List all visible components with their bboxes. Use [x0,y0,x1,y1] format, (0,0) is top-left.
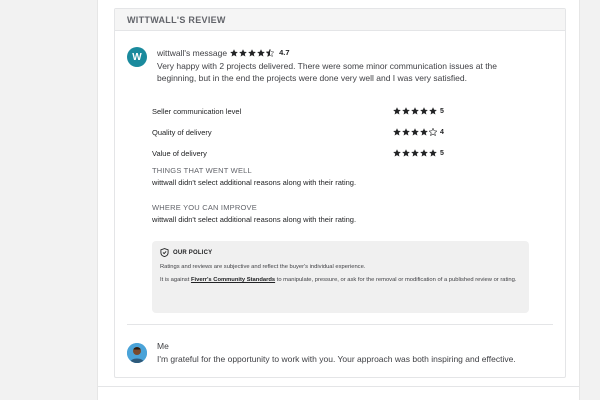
reply-text: I'm grateful for the opportunity to work… [157,354,516,364]
overall-rating: 4.7 [279,48,290,57]
rating-label: Value of delivery [152,149,207,158]
star-half-icon [266,48,275,57]
star-icon [230,48,238,57]
my-avatar[interactable] [127,343,147,363]
message-body: wittwall's message 4.7 Very happy with 2… [157,47,553,84]
community-standards-link[interactable]: Fiverr's Community Standards [191,277,275,283]
page-card: WITTWALL'S REVIEW W wittwall's message 4… [97,0,580,400]
bottom-divider [98,386,579,387]
reviewer-avatar[interactable]: W [127,47,147,67]
review-box: WITTWALL'S REVIEW W wittwall's message 4… [114,8,566,378]
rating-number: 5 [440,107,444,115]
policy-box: OUR POLICY Ratings and reviews are subje… [152,241,529,313]
star-icon [402,107,410,115]
review-message-text: Very happy with 2 projects delivered. Th… [157,61,498,83]
star-icon [420,128,428,136]
shield-icon [160,248,169,257]
star-icon [257,48,265,57]
policy-text: Ratings and reviews are subjective and r… [160,264,366,270]
message-title: wittwall's message 4.7 [157,47,553,58]
star-icon [248,48,256,57]
policy-text-post: to manipulate, pressure, or ask for the … [275,277,517,283]
policy-title: OUR POLICY [173,249,213,256]
reply-author: Me [157,341,169,351]
star-icon [429,149,437,157]
star-icon [393,107,401,115]
went-well-section: THINGS THAT WENT WELL wittwall didn't se… [152,166,552,187]
improve-title: WHERE YOU CAN IMPROVE [152,203,257,212]
star-icon [402,149,410,157]
star-icon [411,107,419,115]
star-icon [420,149,428,157]
star-icon [239,48,247,57]
star-icon [411,128,419,136]
star-icon [420,107,428,115]
rating-breakdown: Seller communication level 5 Quality of … [152,107,452,170]
star-icon [429,107,437,115]
rating-value: 4 [393,128,444,136]
rating-row: Quality of delivery 4 [152,128,452,149]
rating-number: 4 [440,128,444,136]
improve-section: WHERE YOU CAN IMPROVE wittwall didn't se… [152,203,552,224]
reviewer-message-label: wittwall's message [157,47,228,58]
policy-header: OUR POLICY [160,248,521,257]
policy-text-standards: It is against Fiverr's Community Standar… [160,276,521,284]
star-icon [393,128,401,136]
went-well-text: wittwall didn't select additional reason… [152,178,357,187]
improve-text: wittwall didn't select additional reason… [152,215,357,224]
divider [127,324,553,325]
person-avatar-icon [127,343,147,363]
review-header: WITTWALL'S REVIEW [115,9,565,31]
went-well-title: THINGS THAT WENT WELL [152,166,252,175]
overall-stars [230,48,275,57]
star-icon [402,128,410,136]
reply-body: Me I'm grateful for the opportunity to w… [157,341,553,364]
policy-text-pre: It is against [160,277,191,283]
star-empty-icon [429,128,437,136]
rating-value: 5 [393,149,444,157]
rating-label: Quality of delivery [152,128,212,137]
rating-value: 5 [393,107,444,115]
star-icon [393,149,401,157]
rating-label: Seller communication level [152,107,242,116]
rating-row: Seller communication level 5 [152,107,452,128]
star-icon [411,149,419,157]
rating-number: 5 [440,149,444,157]
